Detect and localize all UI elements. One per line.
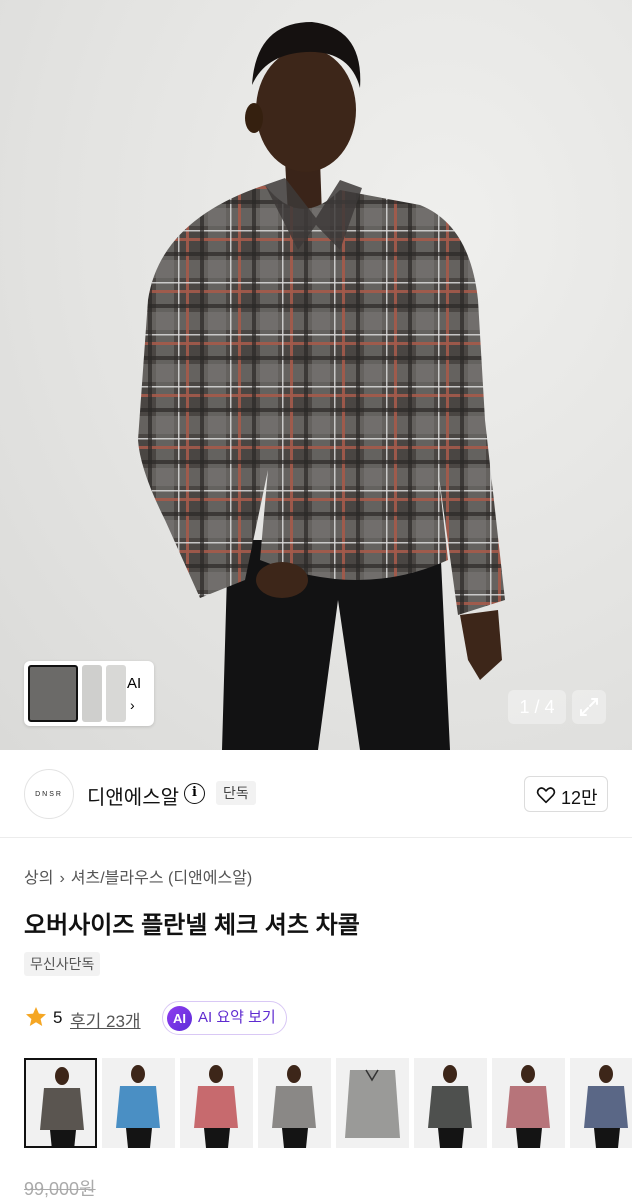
- media-thumb-1[interactable]: [28, 665, 78, 722]
- media-thumb-3[interactable]: [106, 665, 126, 722]
- heart-icon: [536, 787, 556, 804]
- model-figure: [138, 22, 505, 750]
- color-option-thumb[interactable]: [414, 1058, 487, 1148]
- color-thumb-image: [272, 1065, 316, 1148]
- color-thumb-image: [506, 1065, 550, 1148]
- media-thumb-2[interactable]: [82, 665, 102, 722]
- color-thumb-image: [40, 1067, 84, 1146]
- color-option-thumb[interactable]: [180, 1058, 253, 1148]
- like-button[interactable]: 12만: [524, 776, 608, 812]
- color-option-thumb[interactable]: [24, 1058, 97, 1148]
- breadcrumb-category[interactable]: 상의: [24, 870, 53, 887]
- ai-summary-button[interactable]: AI AI 요약 보기: [162, 1001, 287, 1035]
- chevron-right-icon: ›: [130, 697, 135, 713]
- breadcrumb: 상의 › 셔츠/블라우스 (디앤에스알): [24, 864, 252, 888]
- expand-icon: [580, 698, 598, 716]
- rating-row: 5 후기 23개 AI AI 요약 보기: [24, 1001, 624, 1035]
- breadcrumb-subcategory[interactable]: 셔츠/블라우스 (디앤에스알): [71, 870, 252, 887]
- product-main-image[interactable]: AI › 1 / 4: [0, 0, 632, 750]
- ai-icon: AI: [167, 1006, 192, 1031]
- color-option-strip: [24, 1058, 632, 1148]
- original-price: 99,000원: [24, 1179, 96, 1199]
- like-count: 12만: [561, 788, 598, 808]
- review-count-link[interactable]: 후기 23개: [70, 1007, 141, 1032]
- color-thumb-image: [584, 1065, 628, 1148]
- color-thumb-image: [194, 1065, 238, 1148]
- color-thumb-image: [116, 1065, 160, 1148]
- brand-name[interactable]: 디앤에스알: [87, 781, 179, 810]
- rating-value: 5: [53, 1008, 63, 1027]
- exclusive-tag: 무신사단독: [24, 952, 101, 976]
- color-option-thumb[interactable]: [258, 1058, 331, 1148]
- color-option-thumb[interactable]: [492, 1058, 565, 1148]
- brand-logo[interactable]: DNSR: [24, 769, 74, 819]
- product-title: 오버사이즈 플란넬 체크 셔츠 차콜: [24, 912, 360, 939]
- color-option-thumb[interactable]: [336, 1058, 409, 1148]
- exclusive-badge: 단독: [216, 781, 256, 805]
- media-thumbnail-strip[interactable]: AI ›: [24, 661, 154, 726]
- ai-summary-label: AI 요약 보기: [198, 1009, 276, 1026]
- color-option-thumb[interactable]: [570, 1058, 632, 1148]
- info-icon[interactable]: i: [184, 783, 205, 804]
- expand-button[interactable]: [572, 690, 606, 724]
- ai-label: AI: [127, 675, 142, 692]
- color-thumb-image: [428, 1065, 472, 1148]
- chevron-right-icon: ›: [59, 870, 65, 887]
- star-icon: [26, 1007, 46, 1026]
- color-thumb-image: [345, 1069, 400, 1138]
- color-option-thumb[interactable]: [102, 1058, 175, 1148]
- image-counter: 1 / 4: [508, 690, 566, 724]
